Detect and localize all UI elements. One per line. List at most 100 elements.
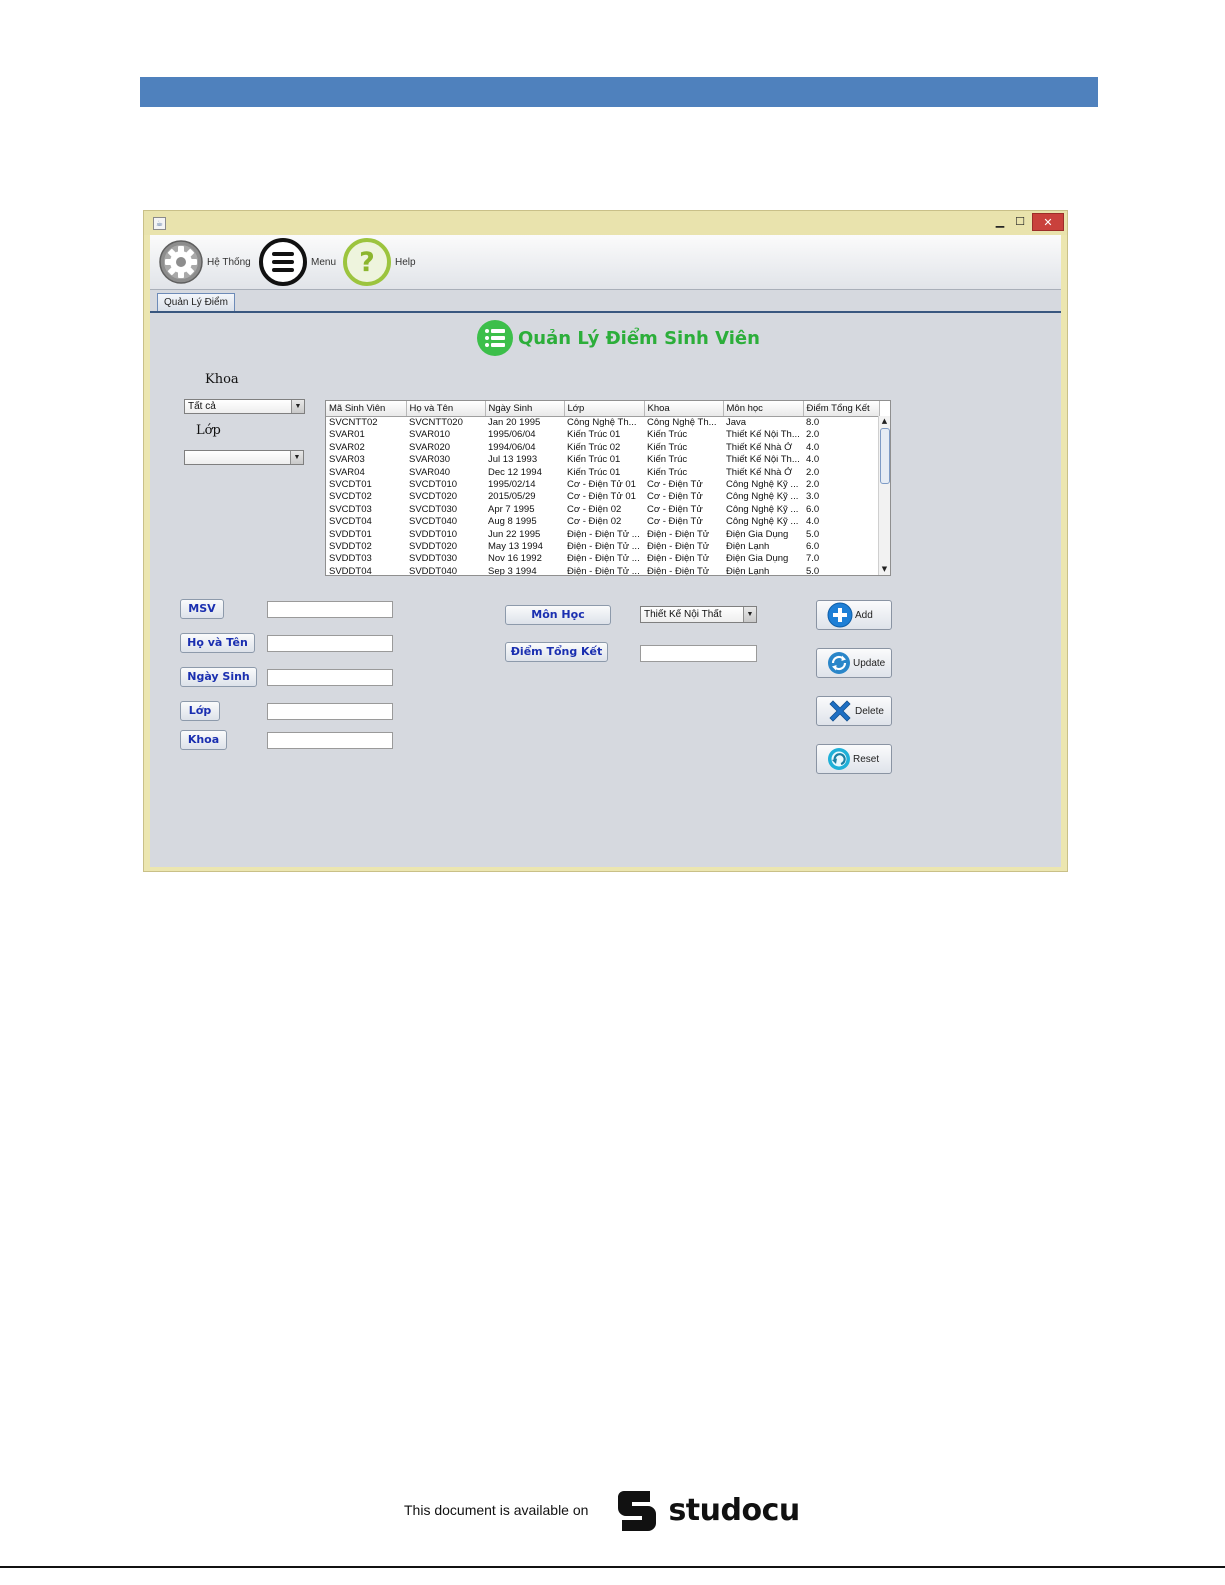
diem-tong-ket-button[interactable]: Điểm Tổng Kết [505, 642, 608, 662]
chevron-down-icon: ▼ [743, 607, 756, 622]
table-cell: 3.0 [806, 491, 820, 503]
table-row[interactable]: SVAR04 SVAR040 Dec 12 1994 Kiến Trúc 01 Kiến… [326, 467, 879, 479]
khoa-field[interactable] [267, 732, 393, 749]
window-content: Hệ Thống Menu ? Help Quản Lý Điểm Quản L… [150, 235, 1061, 867]
update-button[interactable]: Update [816, 648, 892, 678]
mon-hoc-button[interactable]: Môn Học [505, 605, 611, 625]
footer-brand: studocu [668, 1492, 800, 1528]
diem-tong-ket-field[interactable] [640, 645, 757, 662]
khoa-filter-select[interactable]: Tất cả ▼ [184, 399, 305, 414]
delete-label: Delete [855, 705, 884, 717]
table-cell: Cơ - Điện Tử [647, 491, 703, 503]
scroll-up-icon[interactable]: ▲ [879, 416, 890, 427]
table-cell: Công Nghệ Kỹ ... [726, 503, 799, 515]
table-cell: Jul 13 1993 [488, 454, 538, 466]
add-label: Add [855, 609, 873, 621]
table-row[interactable]: SVAR03 SVAR030 Jul 13 1993 Kiến Trúc 01 Kiến… [326, 454, 879, 466]
he-thong-button[interactable]: Hệ Thống [158, 237, 251, 287]
table-cell: SVCDT03 [329, 503, 372, 515]
column-header[interactable]: Ngày Sinh [485, 401, 565, 417]
page-title-text: Quản Lý Điểm Sinh Viên [518, 327, 760, 349]
table-cell: Thiết Kế Nhà Ở [726, 466, 793, 478]
mon-hoc-select[interactable]: Thiết Kế Nội Thất ▼ [640, 606, 757, 623]
mon-hoc-value: Thiết Kế Nội Thất [644, 609, 722, 620]
ngay-sinh-button[interactable]: Ngày Sinh [180, 667, 257, 687]
footer-note: This document is available on [404, 1502, 589, 1518]
table-cell: Cơ - Điện 02 [567, 516, 622, 528]
student-grades-table[interactable]: Mã Sinh Viên Họ và Tên Ngày Sinh Lớp Khoa Môn… [325, 400, 891, 576]
table-row[interactable]: SVDDT01 SVDDT010 Jun 22 1995 Điện - Điện Tử… [326, 529, 879, 541]
column-header[interactable]: Điểm Tổng Kết [803, 401, 880, 417]
table-cell: SVCNTT020 [409, 417, 463, 428]
column-header[interactable]: Lớp [564, 401, 645, 417]
table-cell: Công Nghệ Kỹ ... [726, 516, 799, 528]
table-row[interactable]: SVCDT04 SVCDT040 Aug 8 1995 Cơ - Điện 02 Cơ … [326, 516, 879, 528]
ho-ten-button[interactable]: Họ và Tên [180, 633, 255, 653]
menu-button[interactable]: Menu [258, 237, 336, 287]
table-row[interactable]: SVCDT02 SVCDT020 2015/05/29 Cơ - Điện Tử 01… [326, 491, 879, 503]
tab-quan-ly-diem[interactable]: Quản Lý Điểm [157, 293, 235, 312]
table-cell: SVCDT020 [409, 491, 458, 503]
page-title: Quản Lý Điểm Sinh Viên [476, 320, 760, 356]
lop-field[interactable] [267, 703, 393, 720]
table-cell: Java [726, 417, 747, 428]
menu-icon [259, 238, 307, 286]
minimize-button[interactable]: ▁ [992, 213, 1008, 231]
table-row[interactable]: SVDDT03 SVDDT030 Nov 16 1992 Điện - Điện Tử… [326, 553, 879, 565]
ho-ten-field[interactable] [267, 635, 393, 652]
table-row[interactable]: SVCDT03 SVCDT030 Apr 7 1995 Cơ - Điện 02 Cơ … [326, 504, 879, 516]
tab-divider [150, 311, 1061, 313]
table-row[interactable]: SVCDT01 SVCDT010 1995/02/14 Cơ - Điện Tử 01… [326, 479, 879, 491]
table-cell: SVAR040 [409, 466, 451, 478]
table-cell: Cơ - Điện Tử [647, 503, 703, 515]
delete-button[interactable]: Delete [816, 696, 892, 726]
table-cell: 4.0 [806, 516, 820, 528]
table-cell: Dec 12 1994 [488, 466, 542, 478]
lop-filter-select[interactable]: ▼ [184, 450, 304, 465]
khoa-button[interactable]: Khoa [180, 730, 227, 750]
msv-button[interactable]: MSV [180, 599, 224, 619]
document-header-band [140, 77, 1098, 107]
table-cell: 4.0 [806, 441, 820, 453]
maximize-button[interactable]: ☐ [1012, 213, 1028, 231]
column-header[interactable]: Họ và Tên [406, 401, 486, 417]
table-body: SVCNTT02 SVCNTT020 Jan 20 1995 Công Nghệ Th… [326, 417, 879, 576]
toolbar: Hệ Thống Menu ? Help [150, 235, 1061, 290]
table-row[interactable]: SVDDT04 SVDDT040 Sep 3 1994 Điện - Điện Tử … [326, 565, 879, 576]
lop-button[interactable]: Lớp [180, 701, 220, 721]
table-header-row: Mã Sinh Viên Họ và Tên Ngày Sinh Lớp Khoa Môn… [326, 401, 880, 417]
table-cell: 1995/02/14 [488, 479, 536, 491]
table-cell: 6.0 [806, 541, 820, 553]
he-thong-label: Hệ Thống [207, 256, 251, 268]
table-cell: SVAR020 [409, 441, 451, 453]
table-cell: Điện - Điện Tử [647, 565, 710, 576]
table-cell: SVDDT020 [409, 541, 458, 553]
khoa-filter-label: Khoa [205, 372, 239, 387]
table-cell: 5.0 [806, 565, 820, 576]
table-cell: SVCNTT02 [329, 417, 378, 428]
reset-label: Reset [853, 753, 880, 765]
column-header[interactable]: Khoa [644, 401, 724, 417]
menu-label: Menu [311, 256, 337, 268]
column-header[interactable]: Mã Sinh Viên [326, 401, 407, 417]
table-cell: Cơ - Điện 02 [567, 503, 622, 515]
column-header[interactable]: Môn học [723, 401, 804, 417]
scroll-down-icon[interactable]: ▼ [879, 564, 890, 575]
add-button[interactable]: Add [816, 600, 892, 630]
table-row[interactable]: SVCNTT02 SVCNTT020 Jan 20 1995 Công Nghệ Th… [326, 417, 879, 430]
reset-button[interactable]: Reset [816, 744, 892, 774]
msv-field[interactable] [267, 601, 393, 618]
table-cell: Cơ - Điện Tử [647, 479, 703, 491]
help-button[interactable]: ? Help [342, 237, 416, 287]
table-cell: Điện - Điện Tử ... [567, 565, 640, 576]
table-row[interactable]: SVAR01 SVAR010 1995/06/04 Kiến Trúc 01 Kiến … [326, 429, 879, 441]
ngay-sinh-field[interactable] [267, 669, 393, 686]
table-row[interactable]: SVAR02 SVAR020 1994/06/04 Kiến Trúc 02 Kiến … [326, 442, 879, 454]
scroll-thumb[interactable] [880, 428, 890, 484]
table-cell: Điện - Điện Tử ... [567, 528, 640, 540]
gear-icon [159, 240, 203, 284]
close-button[interactable]: ✕ [1032, 213, 1064, 231]
table-scrollbar[interactable]: ▲ ▼ [878, 416, 890, 575]
table-cell: Điện - Điện Tử [647, 553, 710, 565]
table-row[interactable]: SVDDT02 SVDDT020 May 13 1994 Điện - Điện Tử… [326, 541, 879, 553]
